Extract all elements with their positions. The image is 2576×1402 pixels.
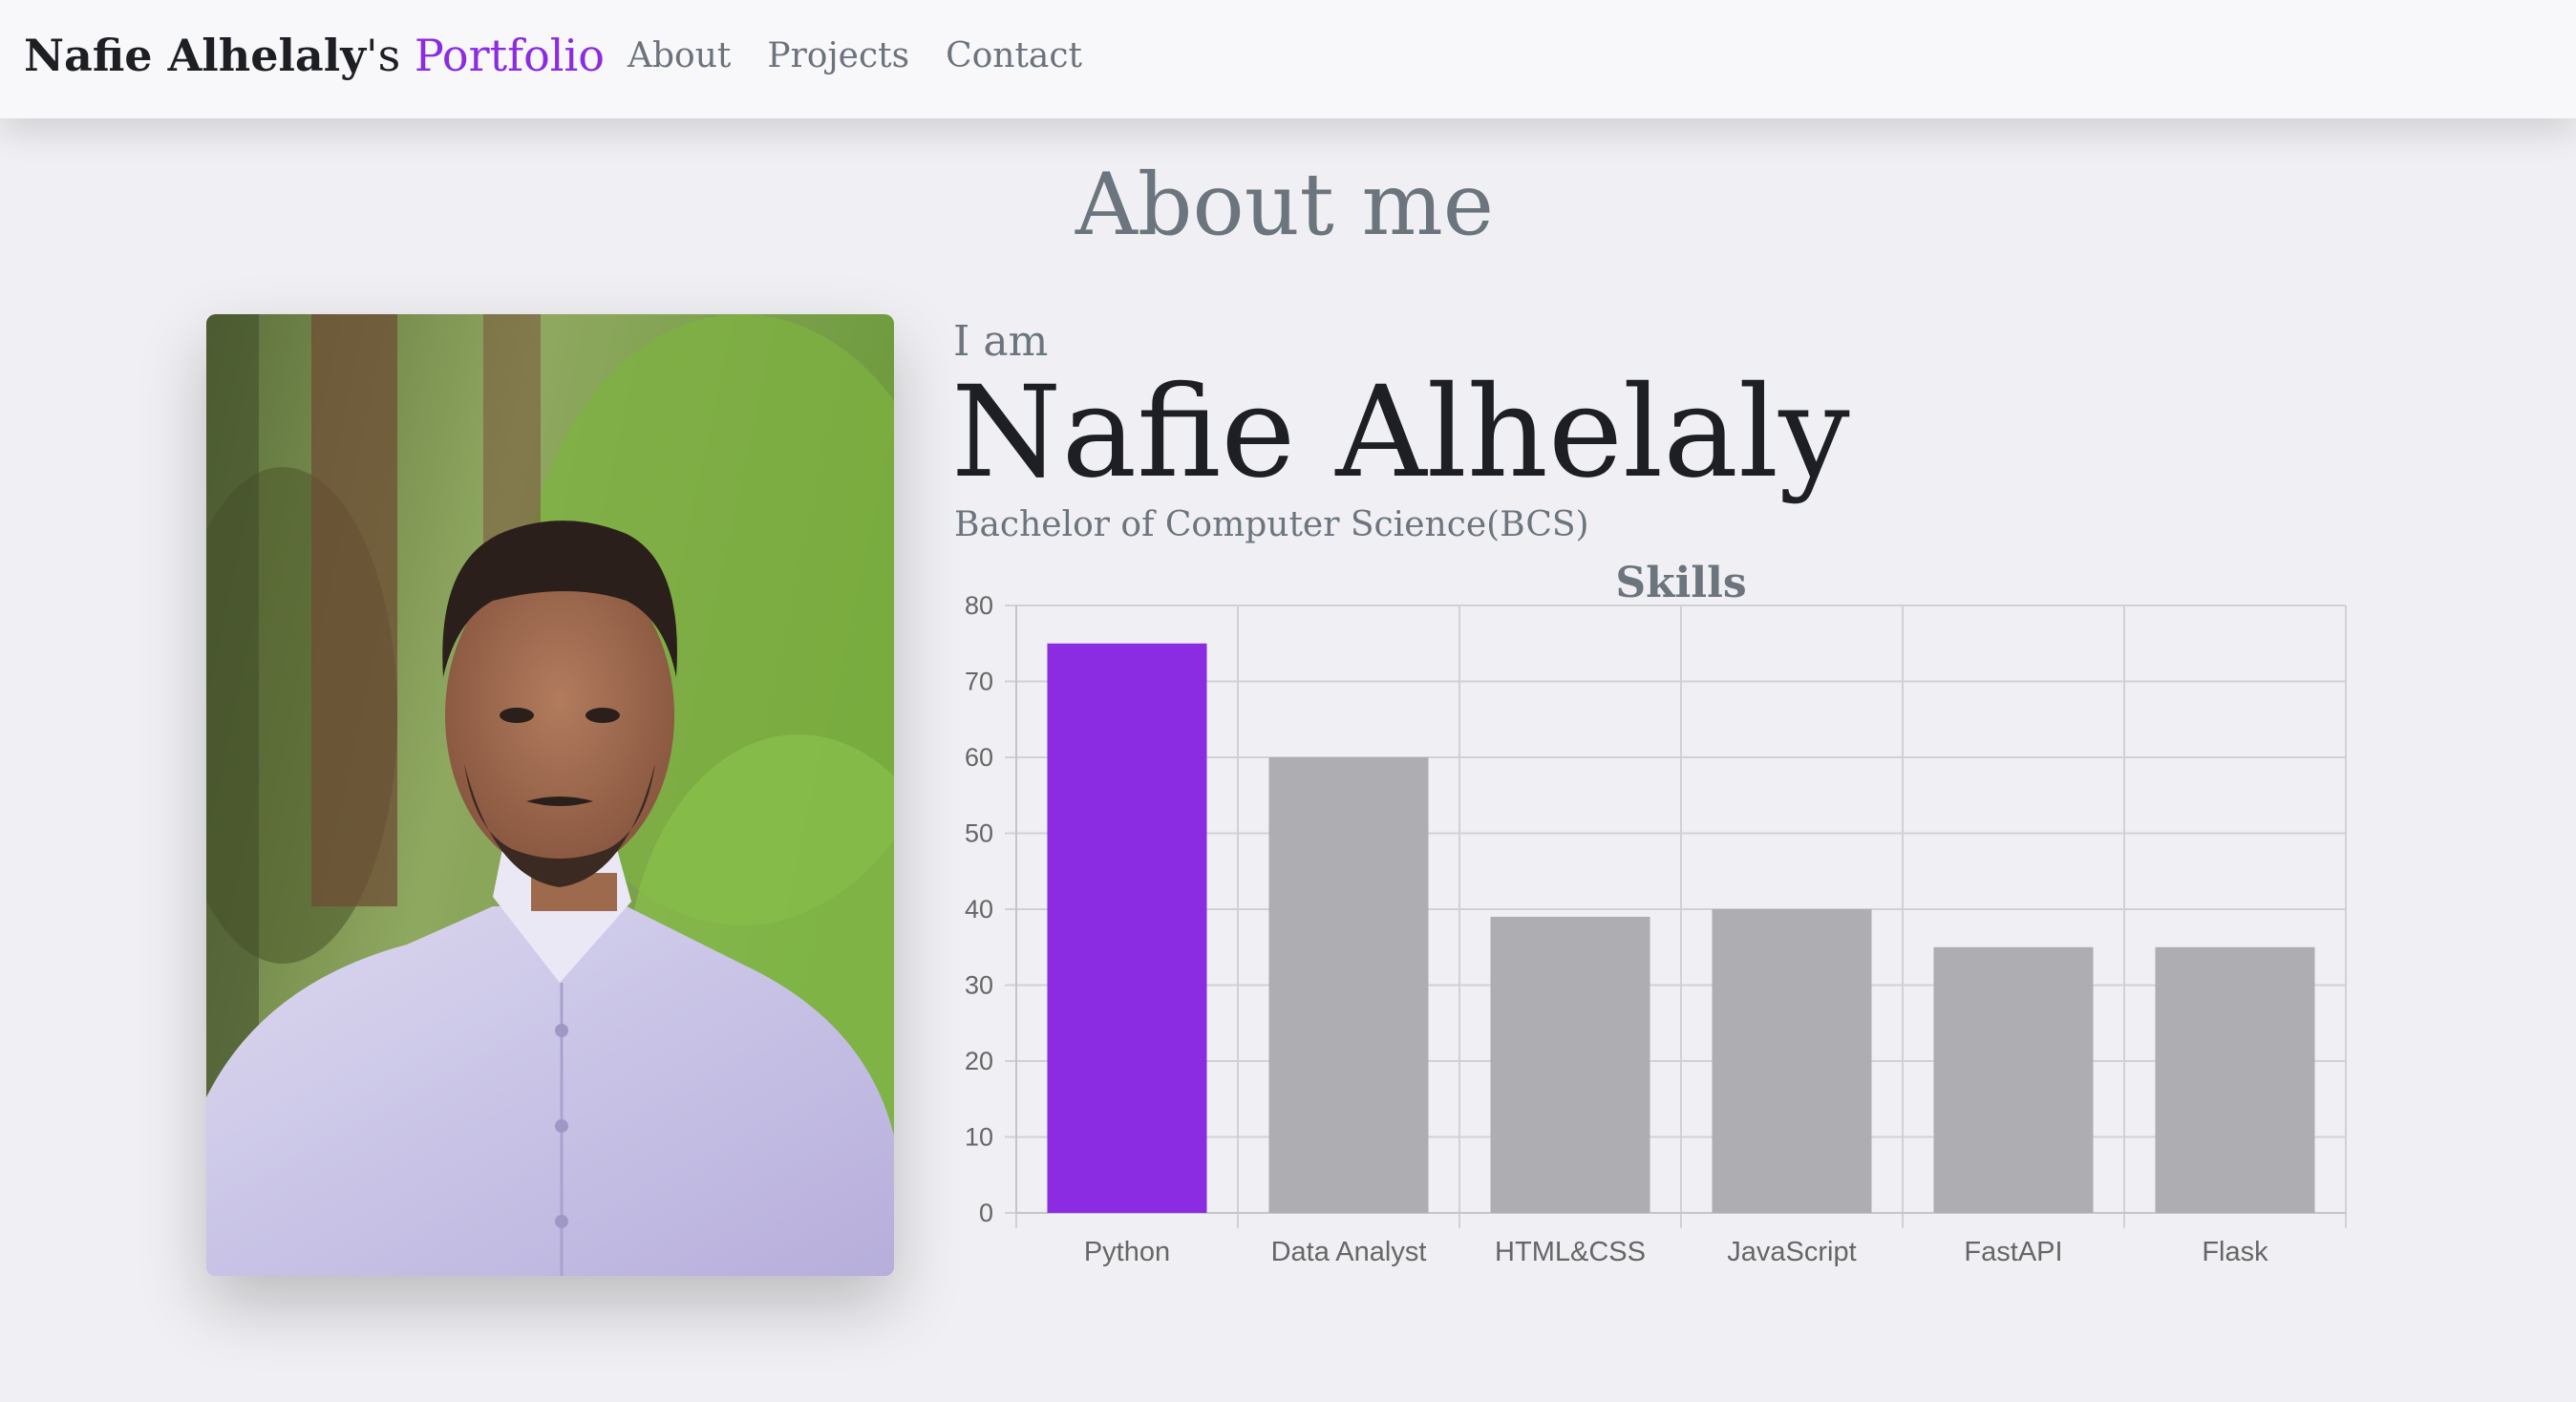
chart-title: Skills xyxy=(1615,559,1746,607)
y-tick-label: 40 xyxy=(965,895,993,924)
about-heading: About me xyxy=(1075,155,1495,255)
y-tick-label: 70 xyxy=(965,668,993,696)
profile-name: Nafie Alhelaly xyxy=(951,359,1850,506)
nav-link-contact[interactable]: Contact xyxy=(946,34,1082,78)
bar-2 xyxy=(1490,916,1650,1213)
profile-degree: Bachelor of Computer Science(BCS) xyxy=(954,505,1589,544)
bar-5 xyxy=(2155,946,2315,1213)
nav-link-projects[interactable]: Projects xyxy=(767,34,909,78)
profile-photo xyxy=(206,314,894,1276)
y-tick-label: 30 xyxy=(965,971,993,1000)
navbar: Nafie Alhelaly's Portfolio About Project… xyxy=(0,0,2576,118)
y-tick-label: 50 xyxy=(965,819,993,848)
y-tick-label: 20 xyxy=(965,1047,993,1075)
nav-link-about[interactable]: About xyxy=(628,34,731,78)
y-tick-label: 60 xyxy=(965,743,993,772)
x-tick-label: Data Analyst xyxy=(1271,1237,1427,1267)
x-tick-label: Python xyxy=(1084,1237,1170,1267)
brand[interactable]: Nafie Alhelaly's Portfolio xyxy=(24,27,605,84)
brand-suffix: 's xyxy=(365,30,401,81)
bar-0 xyxy=(1047,643,1207,1213)
x-tick-label: Flask xyxy=(2202,1237,2268,1267)
y-tick-label: 0 xyxy=(979,1199,993,1227)
brand-accent: Portfolio xyxy=(414,30,605,81)
y-tick-label: 10 xyxy=(965,1123,993,1152)
x-tick-label: FastAPI xyxy=(1964,1237,2062,1267)
y-tick-label: 80 xyxy=(965,591,993,620)
bar-3 xyxy=(1712,909,1872,1213)
x-tick-label: JavaScript xyxy=(1727,1237,1856,1267)
bar-1 xyxy=(1268,757,1429,1213)
skills-chart: Skills 0 10 20 30 40 50 60 70 80 Python Data Analys… xyxy=(946,554,2359,1280)
bar-4 xyxy=(1933,946,2094,1213)
brand-name: Nafie Alhelaly xyxy=(24,30,366,81)
nav-links: About Projects Contact xyxy=(628,34,1082,78)
x-tick-label: HTML&CSS xyxy=(1495,1237,1646,1267)
